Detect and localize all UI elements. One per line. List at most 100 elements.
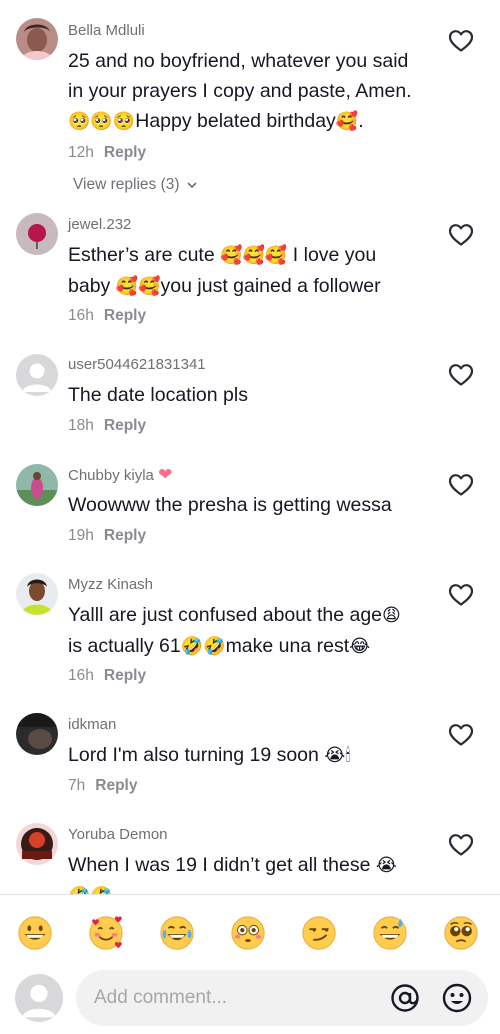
- like-heart-icon[interactable]: [448, 723, 474, 747]
- default-avatar-icon: [16, 354, 58, 396]
- smiley-icon[interactable]: [441, 982, 473, 1014]
- like-heart-icon[interactable]: [448, 29, 474, 53]
- avatar[interactable]: [16, 573, 58, 615]
- comment-time: 12h: [68, 144, 94, 161]
- comment-username[interactable]: Chubby kiyla ❤: [68, 466, 172, 485]
- comment-text: The date location pls: [68, 380, 448, 410]
- avatar[interactable]: [16, 464, 58, 506]
- comment-item: Chubby kiyla ❤ Woowww the presha is gett…: [0, 450, 500, 560]
- comment-text-fragment: Esther’s are cute: [68, 244, 221, 266]
- chevron-down-icon: [187, 182, 197, 189]
- comment-time: 16h: [68, 307, 94, 324]
- reply-button[interactable]: Reply: [95, 777, 137, 794]
- avatar[interactable]: [16, 823, 58, 865]
- comment-text-line: 🤣🤣: [68, 881, 448, 894]
- comment-text-line: Woowww the presha is getting wessa: [68, 494, 392, 516]
- comments-list: Bella Mdluli 25 and no boyfriend, whatev…: [0, 0, 500, 894]
- comment-username[interactable]: Myzz Kinash: [68, 576, 153, 594]
- crying-emoji: 😭: [375, 855, 397, 876]
- comment-text-fragment: make una rest: [225, 635, 350, 657]
- like-heart-icon[interactable]: [448, 363, 474, 387]
- comment-text: 25 and no boyfriend, whatever you said i…: [68, 46, 448, 137]
- heart-badge-icon: ❤: [158, 465, 173, 485]
- comment-time: 18h: [68, 417, 94, 434]
- comment-text-fragment: Yalll are just confused about the age: [68, 604, 383, 626]
- comment-time: 16h: [68, 667, 94, 684]
- comment-text: When I was 19 I didn’t get all these 😭 🤣…: [68, 850, 448, 894]
- comment-text: Yalll are just confused about the age😩 i…: [68, 600, 448, 662]
- avatar-photo: [16, 213, 58, 255]
- comment-item: idkman Lord I'm also turning 19 soon 😭🕯 …: [0, 700, 500, 810]
- comment-time: 19h: [68, 527, 94, 544]
- comment-item: Myzz Kinash Yalll are just confused abou…: [0, 560, 500, 700]
- flushed-face-icon[interactable]: [229, 914, 267, 952]
- smiling-hearts-emoji: 🥰🥰: [115, 276, 161, 297]
- comment-username[interactable]: idkman: [68, 716, 116, 734]
- comment-username[interactable]: Yoruba Demon: [68, 826, 168, 844]
- avatar-photo: [16, 18, 58, 60]
- comment-input-box: [76, 970, 488, 1026]
- comment-text-line: Yalll are just confused about the age😩: [68, 600, 448, 631]
- comment-text-line: The date location pls: [68, 384, 248, 406]
- rofl-emoji: 🤣🤣: [68, 886, 113, 894]
- comment-meta: 19h Reply: [68, 527, 146, 545]
- rofl-emoji: 🤣🤣: [180, 636, 226, 657]
- reply-button[interactable]: Reply: [104, 667, 146, 684]
- avatar[interactable]: [16, 18, 58, 60]
- comment-item: jewel.232 Esther’s are cute 🥰🥰🥰 I love y…: [0, 200, 500, 340]
- avatar-photo: [16, 713, 58, 755]
- comment-composer: [0, 970, 500, 1034]
- face-with-tears-of-joy-icon[interactable]: [158, 914, 196, 952]
- avatar-photo: [16, 573, 58, 615]
- comment-item: user5044621831341 The date location pls …: [0, 340, 500, 450]
- comment-text-line: Esther’s are cute 🥰🥰🥰 I love you: [68, 240, 448, 271]
- at-icon[interactable]: [389, 982, 421, 1014]
- grinning-face-with-sweat-icon[interactable]: [371, 914, 409, 952]
- comment-input[interactable]: [94, 970, 384, 1026]
- comment-meta: 18h Reply: [68, 417, 146, 435]
- emoji-quick-bar: [0, 895, 500, 975]
- comment-text-line: is actually 61🤣🤣make una rest😂: [68, 631, 448, 662]
- smiling-face-with-hearts-icon[interactable]: [87, 914, 125, 952]
- comment-text: Lord I'm also turning 19 soon 😭🕯: [68, 740, 448, 771]
- pleading-face-icon[interactable]: [442, 914, 480, 952]
- comment-text-fragment: is actually 61: [68, 635, 181, 657]
- weary-emoji: 😩: [382, 605, 401, 626]
- like-heart-icon[interactable]: [448, 583, 474, 607]
- comment-username-text: Chubby kiyla: [68, 467, 154, 484]
- comment-text-line: baby 🥰🥰you just gained a follower: [68, 271, 448, 302]
- avatar-photo: [16, 464, 58, 506]
- reply-button[interactable]: Reply: [104, 527, 146, 544]
- avatar[interactable]: [16, 213, 58, 255]
- comment-text-fragment: .: [358, 110, 364, 132]
- smirking-face-icon[interactable]: [300, 914, 338, 952]
- comment-text-fragment: When I was 19 I didn’t get all these: [68, 854, 376, 876]
- comment-text-fragment: Lord I'm also turning 19 soon: [68, 744, 325, 766]
- comment-username[interactable]: Bella Mdluli: [68, 22, 145, 40]
- comment-meta: 12h Reply: [68, 144, 146, 162]
- avatar[interactable]: [16, 713, 58, 755]
- comment-text-line: 🥺🥺🥺Happy belated birthday🥰.: [68, 106, 448, 137]
- comment-item: Bella Mdluli 25 and no boyfriend, whatev…: [0, 0, 500, 200]
- reply-button[interactable]: Reply: [104, 417, 146, 434]
- tears-of-joy-emoji: 😂: [349, 636, 371, 657]
- comment-username[interactable]: jewel.232: [68, 216, 131, 234]
- comment-text-fragment: Happy belated birthday: [135, 110, 336, 132]
- like-heart-icon[interactable]: [448, 833, 474, 857]
- my-avatar[interactable]: [15, 974, 63, 1022]
- comment-text-fragment: you just gained a follower: [160, 275, 381, 297]
- comment-item: Yoruba Demon When I was 19 I didn’t get …: [0, 810, 500, 894]
- reply-button[interactable]: Reply: [104, 307, 146, 324]
- comment-text-fragment: baby: [68, 275, 116, 297]
- grinning-face-icon[interactable]: [16, 914, 54, 952]
- like-heart-icon[interactable]: [448, 473, 474, 497]
- comment-meta: 7h Reply: [68, 777, 137, 795]
- like-heart-icon[interactable]: [448, 223, 474, 247]
- avatar[interactable]: [16, 354, 58, 396]
- reply-button[interactable]: Reply: [104, 144, 146, 161]
- view-replies-button[interactable]: View replies (3): [73, 176, 198, 194]
- comment-text-fragment: I love you: [287, 244, 377, 266]
- comment-text: Esther’s are cute 🥰🥰🥰 I love you baby 🥰🥰…: [68, 240, 448, 302]
- comment-username[interactable]: user5044621831341: [68, 356, 206, 374]
- avatar-photo: [16, 823, 58, 865]
